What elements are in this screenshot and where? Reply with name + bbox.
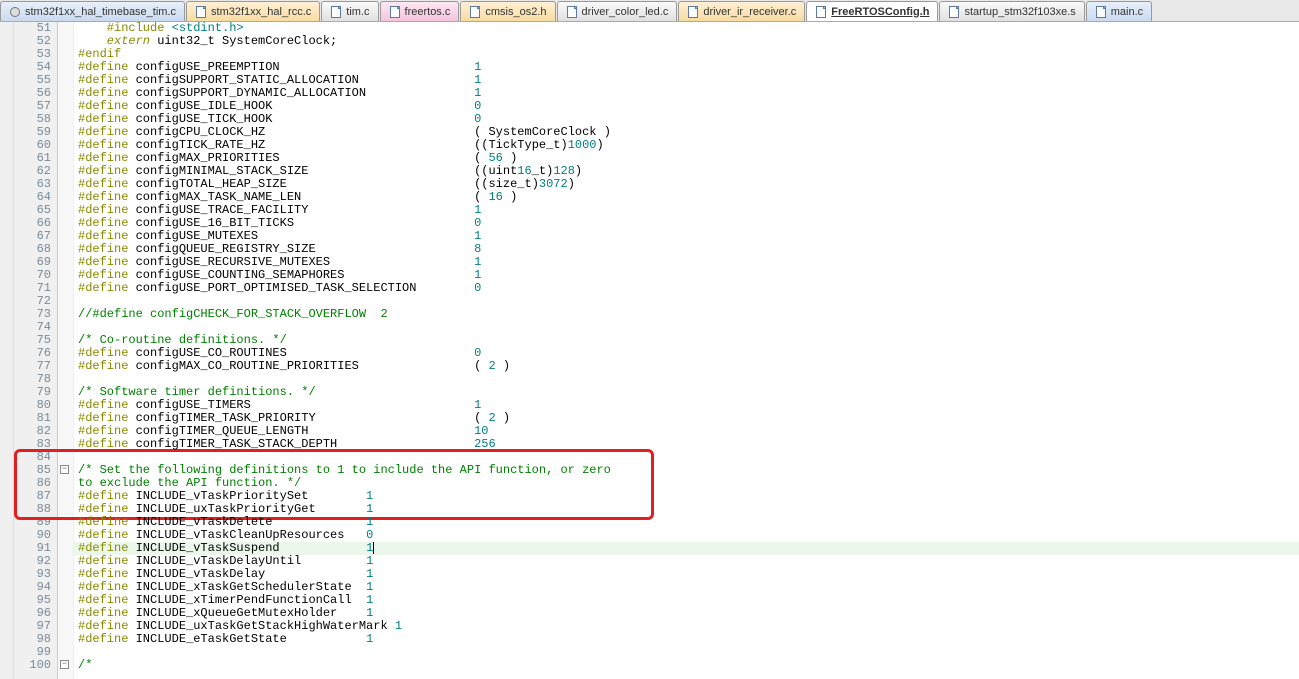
text-cursor [373, 542, 374, 554]
tab-stm32f1xx_hal_rcc-c[interactable]: stm32f1xx_hal_rcc.c [186, 1, 320, 21]
tab-freertos-c[interactable]: freertos.c [380, 1, 460, 21]
tab-label: freertos.c [405, 6, 451, 18]
gear-icon [9, 6, 21, 18]
tab-label: startup_stm32f103xe.s [964, 6, 1075, 18]
tab-driver_ir_receiver-c[interactable]: driver_ir_receiver.c [678, 1, 805, 21]
code-line[interactable]: /* [74, 659, 1299, 672]
tab-startup_stm32f103xe-s[interactable]: startup_stm32f103xe.s [939, 1, 1084, 21]
tab-label: driver_color_led.c [582, 6, 669, 18]
code-line[interactable]: //#define configCHECK_FOR_STACK_OVERFLOW… [74, 308, 1299, 321]
tab-tim-c[interactable]: tim.c [321, 1, 378, 21]
file-icon [1095, 6, 1107, 18]
tab-driver_color_led-c[interactable]: driver_color_led.c [557, 1, 678, 21]
file-icon [687, 6, 699, 18]
tab-stm32f1xx_hal_timebase_tim-c[interactable]: stm32f1xx_hal_timebase_tim.c [0, 1, 185, 21]
tab-main-c[interactable]: main.c [1086, 1, 1152, 21]
line-number-gutter[interactable]: 5152535455565758596061626364656667686970… [14, 22, 58, 679]
code-line[interactable]: #define configMAX_CO_ROUTINE_PRIORITIES … [74, 360, 1299, 373]
file-icon [330, 6, 342, 18]
file-icon [469, 6, 481, 18]
tab-FreeRTOSConfig-h[interactable]: FreeRTOSConfig.h [806, 1, 938, 21]
tab-cmsis_os2-h[interactable]: cmsis_os2.h [460, 1, 555, 21]
code-editor[interactable]: #include <stdint.h> extern uint32_t Syst… [74, 22, 1299, 679]
tab-label: cmsis_os2.h [485, 6, 546, 18]
code-line[interactable]: #define INCLUDE_vTaskCleanUpResources 0 [74, 529, 1299, 542]
code-line[interactable]: #define INCLUDE_eTaskGetState 1 [74, 633, 1299, 646]
code-line[interactable] [74, 646, 1299, 659]
tab-label: driver_ir_receiver.c [703, 6, 796, 18]
file-icon [948, 6, 960, 18]
code-line[interactable]: #define configUSE_PORT_OPTIMISED_TASK_SE… [74, 282, 1299, 295]
file-icon [815, 6, 827, 18]
file-icon [566, 6, 578, 18]
code-line[interactable]: extern uint32_t SystemCoreClock; [74, 35, 1299, 48]
file-icon [195, 6, 207, 18]
file-icon [389, 6, 401, 18]
code-line[interactable]: #define configTIMER_TASK_STACK_DEPTH 256 [74, 438, 1299, 451]
editor-area: 5152535455565758596061626364656667686970… [0, 22, 1299, 679]
tab-label: tim.c [346, 6, 369, 18]
fold-margin[interactable]: −− [58, 22, 74, 679]
marker-margin [0, 22, 14, 679]
line-number: 100 [14, 659, 51, 672]
tab-label: stm32f1xx_hal_rcc.c [211, 6, 311, 18]
editor-tabs: stm32f1xx_hal_timebase_tim.c stm32f1xx_ha… [0, 0, 1299, 22]
tab-label: FreeRTOSConfig.h [831, 6, 929, 18]
tab-label: main.c [1111, 6, 1143, 18]
tab-label: stm32f1xx_hal_timebase_tim.c [25, 6, 176, 18]
